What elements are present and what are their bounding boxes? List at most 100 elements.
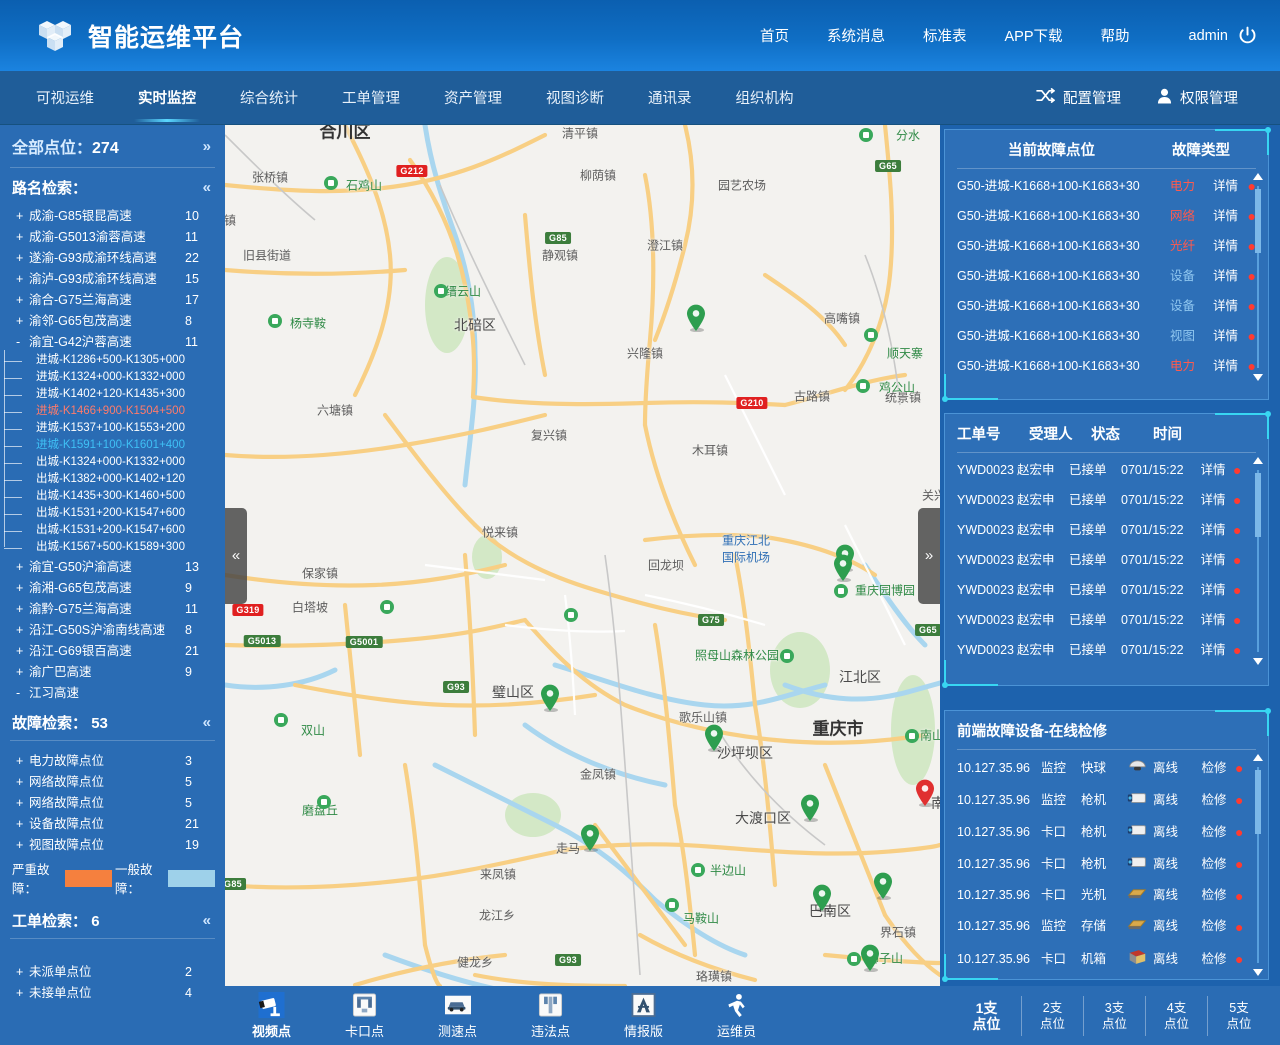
map-expand-right-button[interactable]: » xyxy=(918,507,940,604)
scroll-down-icon[interactable] xyxy=(1253,374,1263,381)
sub-road-item[interactable]: 进城-K1286+500-K1305+000 xyxy=(4,352,225,369)
sub-road-item-selected[interactable]: 进城-K1591+100-K1601+400 xyxy=(4,437,225,454)
repair-link[interactable]: 检修 xyxy=(1193,951,1235,968)
repair-link[interactable]: 检修 xyxy=(1193,824,1235,841)
toggle-icon[interactable]: + xyxy=(16,558,29,576)
detail-link[interactable]: 详情 xyxy=(1193,462,1233,479)
detail-link[interactable]: 详情 xyxy=(1204,238,1248,255)
sub-road-item[interactable]: 出城-K1435+300-K1460+500 xyxy=(4,488,225,505)
detail-link[interactable]: 详情 xyxy=(1193,582,1233,599)
workorder-search-collapse-icon[interactable]: « xyxy=(203,912,211,929)
location-pin-icon[interactable]: ● xyxy=(1235,793,1243,807)
road-item[interactable]: + 遂渝-G93成渝环线高速 22 xyxy=(0,247,225,268)
scroll-down-icon[interactable] xyxy=(1253,658,1263,665)
location-pin-icon[interactable]: ● xyxy=(1235,857,1243,871)
map-canvas[interactable]: 合川区 清平镇 分水 张桥镇 柳荫镇 石鸡山 园艺农场 高嘴镇 镇静观镇 顺天寨 旧县街道 澄江镇 兴隆… xyxy=(225,125,940,986)
branch-2[interactable]: 2支 点位 xyxy=(1022,995,1084,1036)
toggle-icon[interactable]: + xyxy=(16,773,29,791)
table-row[interactable]: YWD0023 赵宏申 已接单 0701/15:22 详情 ● xyxy=(957,485,1256,515)
workorder-item[interactable]: + 未接单点位 4 xyxy=(0,982,225,1003)
config-mgmt-button[interactable]: 配置管理 xyxy=(1018,87,1139,108)
location-pin-icon[interactable]: ● xyxy=(1235,952,1243,966)
table-row[interactable]: 10.127.35.96 卡口 光机 离线 检修 ● xyxy=(957,880,1256,911)
table-row[interactable]: YWD0023 赵宏申 已接单 0701/15:22 详情 ● xyxy=(957,515,1256,545)
map-pin-marker[interactable] xyxy=(704,724,724,755)
location-pin-icon[interactable]: ● xyxy=(1235,920,1243,934)
branch-3[interactable]: 3支 点位 xyxy=(1084,995,1146,1036)
detail-link[interactable]: 详情 xyxy=(1193,552,1233,569)
toggle-icon[interactable]: + xyxy=(16,794,29,812)
table-row[interactable]: YWD0023 赵宏申 已接单 0701/15:22 详情 ● xyxy=(957,455,1256,485)
tab-realtime-monitor[interactable]: 实时监控 xyxy=(116,71,218,125)
toggle-icon[interactable]: + xyxy=(16,270,29,288)
sub-road-item[interactable]: 进城-K1324+000-K1332+000 xyxy=(4,369,225,386)
sub-road-item[interactable]: 出城-K1382+000-K1402+120 xyxy=(4,471,225,488)
table-row[interactable]: YWD0023 赵宏申 已接单 0701/15:22 详情 ● xyxy=(957,635,1256,665)
map-pin-marker[interactable] xyxy=(812,884,832,915)
sub-road-item[interactable]: 出城-K1531+200-K1547+600 xyxy=(4,505,225,522)
fault-search-collapse-icon[interactable]: « xyxy=(203,714,211,731)
detail-link[interactable]: 详情 xyxy=(1204,208,1248,225)
fault-item[interactable]: + 网络故障点位 5 xyxy=(0,792,225,813)
map-pin-marker[interactable] xyxy=(873,872,893,903)
sub-road-item[interactable]: 出城-K1531+200-K1547+600 xyxy=(4,522,225,539)
workorder-item[interactable]: + 未派单点位 2 xyxy=(0,961,225,982)
toggle-icon[interactable]: + xyxy=(16,621,29,639)
table-row[interactable]: 10.127.35.96 卡口 机箱 离线 检修 ● xyxy=(957,942,1256,976)
toggle-icon[interactable]: + xyxy=(16,963,29,981)
sub-road-item[interactable]: 进城-K1537+100-K1553+200 xyxy=(4,420,225,437)
toggle-icon[interactable]: + xyxy=(16,291,29,309)
map-collapse-left-button[interactable]: « xyxy=(225,507,247,604)
road-item[interactable]: + 渝湘-G65包茂高速 9 xyxy=(0,577,225,598)
map-pin-marker[interactable] xyxy=(580,824,600,855)
fault-item[interactable]: + 电力故障点位 3 xyxy=(0,750,225,771)
road-item[interactable]: + 渝泸-G93成渝环线高速 15 xyxy=(0,268,225,289)
map-pin-marker[interactable] xyxy=(686,304,706,335)
tab-organization[interactable]: 组织机构 xyxy=(714,71,816,125)
header-link-system-message[interactable]: 系统消息 xyxy=(808,25,904,46)
table-row[interactable]: 10.127.35.96 监控 存储 离线 检修 ● xyxy=(957,911,1256,942)
road-item-expanded[interactable]: - 渝宜-G42沪蓉高速 11 xyxy=(0,331,225,352)
permission-mgmt-button[interactable]: 权限管理 xyxy=(1139,87,1256,108)
scrollbar-thumb[interactable] xyxy=(1255,473,1261,537)
toggle-icon[interactable]: + xyxy=(16,984,29,1002)
repair-link[interactable]: 检修 xyxy=(1193,792,1235,809)
tab-asset-mgmt[interactable]: 资产管理 xyxy=(422,71,524,125)
location-pin-icon[interactable]: ● xyxy=(1233,493,1241,507)
map-pin-marker[interactable] xyxy=(833,554,853,585)
table-row[interactable]: YWD0023 赵宏申 已接单 0701/15:22 详情 ● xyxy=(957,545,1256,575)
table-row[interactable]: G50-进城-K1668+100-K1683+30 光纤 详情 ● xyxy=(957,231,1256,261)
toolbar-violation[interactable]: 违法点 xyxy=(504,986,597,1045)
road-item[interactable]: + 渝合-G75兰海高速 17 xyxy=(0,289,225,310)
branch-5[interactable]: 5支 点位 xyxy=(1208,996,1270,1036)
table-row[interactable]: 10.127.35.96 监控 枪机 离线 检修 ● xyxy=(957,784,1256,816)
table-row[interactable]: 10.127.35.96 监控 快球 离线 检修 ● xyxy=(957,752,1256,784)
toggle-icon[interactable]: + xyxy=(16,836,29,854)
location-pin-icon[interactable]: ● xyxy=(1233,523,1241,537)
sub-road-item-fault[interactable]: 进城-K1466+900-K1504+500 xyxy=(4,403,225,420)
sub-road-item[interactable]: 出城-K1324+000-K1332+000 xyxy=(4,454,225,471)
toolbar-worker[interactable]: 运维员 xyxy=(690,986,783,1045)
tab-visual-ops[interactable]: 可视运维 xyxy=(14,71,116,125)
toolbar-speed-camera[interactable]: 测速点 xyxy=(411,986,504,1045)
header-link-standard-table[interactable]: 标准表 xyxy=(904,25,986,46)
sidebar-expand-icon[interactable]: » xyxy=(203,138,211,155)
detail-link[interactable]: 详情 xyxy=(1193,612,1233,629)
location-pin-icon[interactable]: ● xyxy=(1233,643,1241,657)
detail-link[interactable]: 详情 xyxy=(1204,268,1248,285)
map-view[interactable]: 合川区 清平镇 分水 张桥镇 柳荫镇 石鸡山 园艺农场 高嘴镇 镇静观镇 顺天寨 旧县街道 澄江镇 兴隆… xyxy=(225,125,940,986)
table-row[interactable]: YWD0023 赵宏申 已接单 0701/15:22 详情 ● xyxy=(957,605,1256,635)
location-pin-icon[interactable]: ● xyxy=(1233,463,1241,477)
road-item[interactable]: + 渝宜-G50沪渝高速 13 xyxy=(0,556,225,577)
table-row[interactable]: G50-进城-K1668+100-K1683+30 设备 详情 ● xyxy=(957,261,1256,291)
table-row[interactable]: 10.127.35.96 卡口 枪机 离线 检修 ● xyxy=(957,848,1256,880)
toggle-icon[interactable]: + xyxy=(16,663,29,681)
detail-link[interactable]: 详情 xyxy=(1204,328,1248,345)
road-item[interactable]: + 成渝-G5013渝蓉高速 11 xyxy=(0,226,225,247)
detail-link[interactable]: 详情 xyxy=(1204,178,1248,195)
table-row[interactable]: G50-进城-K1668+100-K1683+30 网络 详情 ● xyxy=(957,201,1256,231)
toggle-icon[interactable]: + xyxy=(16,600,29,618)
table-row[interactable]: YWD0023 赵宏申 已接单 0701/15:22 详情 ● xyxy=(957,575,1256,605)
scrollbar-thumb[interactable] xyxy=(1255,770,1261,834)
table-row[interactable]: G50-进城-K1668+100-K1683+30 电力 详情 ● xyxy=(957,171,1256,201)
